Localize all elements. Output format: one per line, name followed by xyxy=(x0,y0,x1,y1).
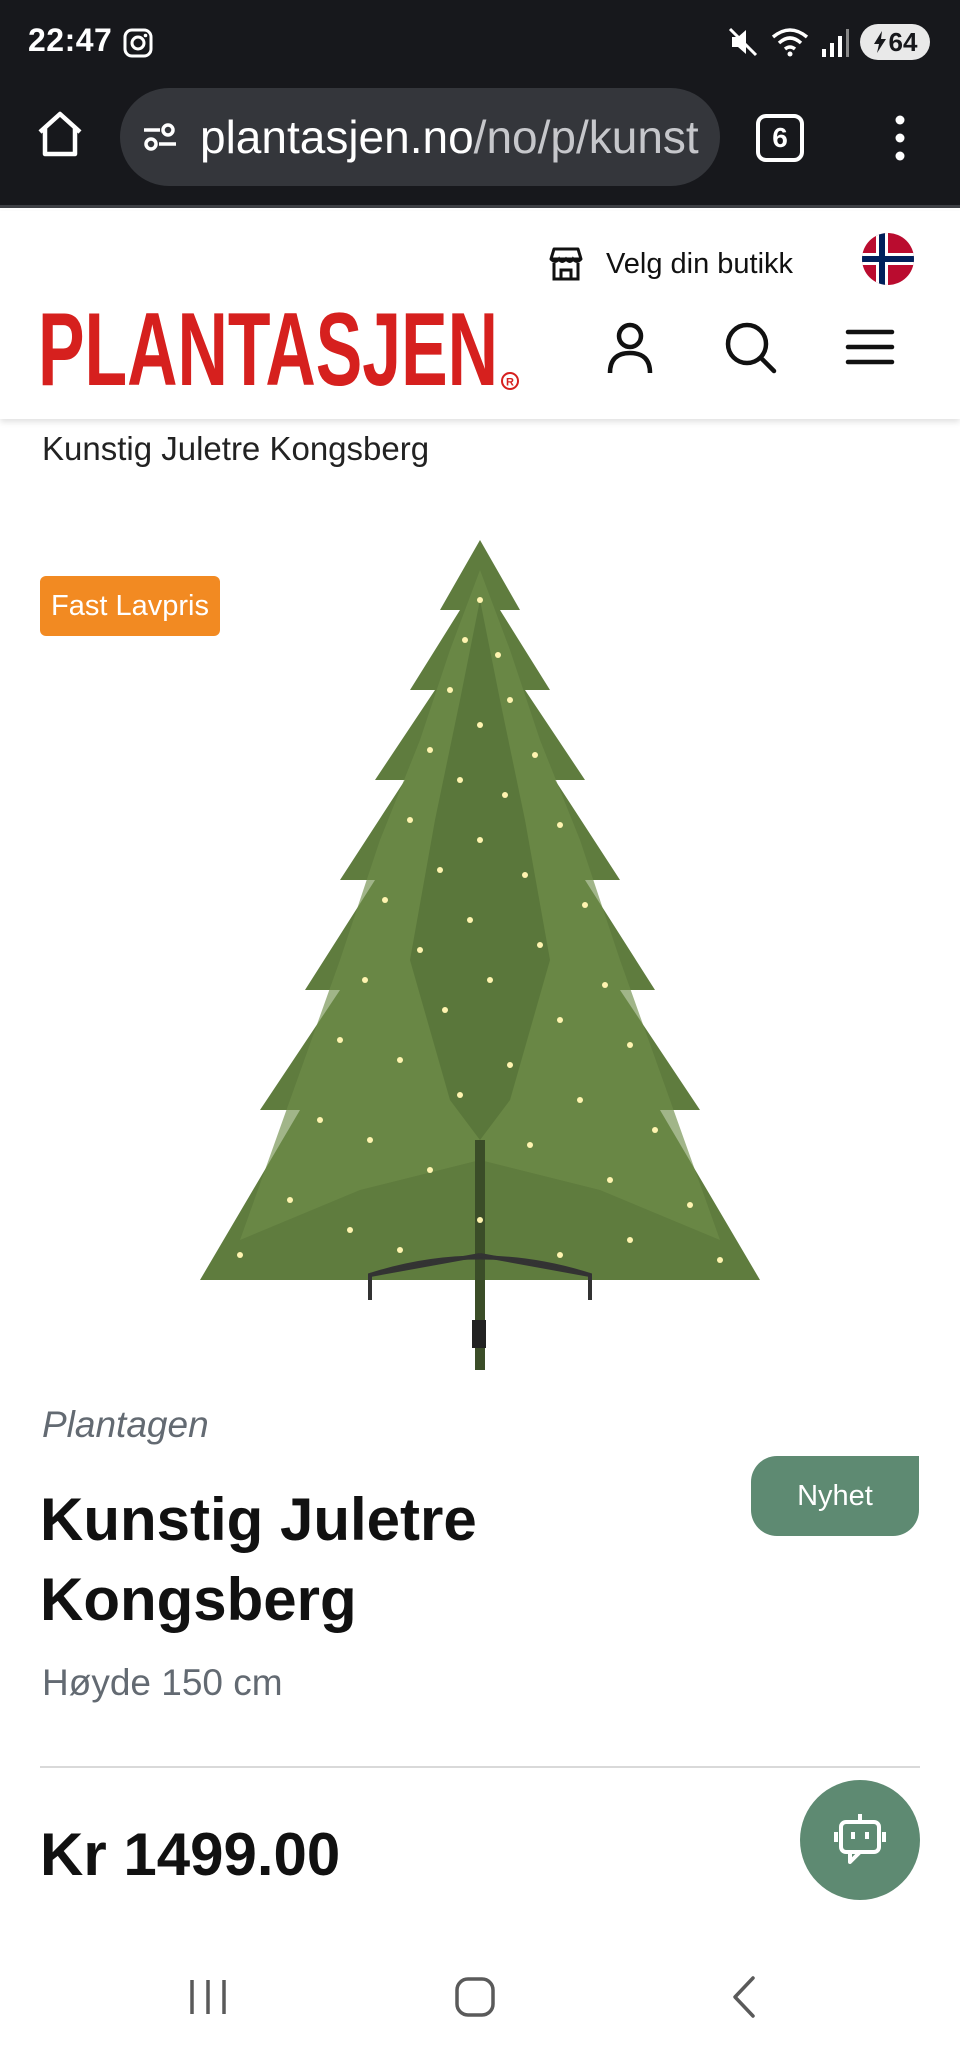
svg-text:PLANTASJEN: PLANTASJEN xyxy=(38,301,498,397)
norway-flag-icon[interactable] xyxy=(862,233,914,285)
battery-indicator: 64 xyxy=(860,24,930,60)
recent-apps-icon[interactable] xyxy=(183,1972,233,2022)
product-brand[interactable]: Plantagen xyxy=(42,1404,209,1446)
svg-text:R: R xyxy=(506,377,514,389)
site-settings-icon[interactable] xyxy=(140,117,180,157)
battery-charging-icon xyxy=(873,31,886,53)
url-path: /no/p/kunstig-juletre-kongsberg xyxy=(473,111,700,163)
store-picker-button[interactable]: Velg din butikk xyxy=(546,241,793,287)
url-host: plantasjen.no xyxy=(200,111,474,163)
tab-switcher-button[interactable]: 6 xyxy=(756,114,804,162)
plantasjen-logo[interactable]: PLANTASJEN R xyxy=(38,301,520,397)
divider xyxy=(40,1766,920,1768)
home-icon[interactable] xyxy=(34,108,86,160)
home-nav-icon[interactable] xyxy=(450,1972,500,2022)
product-height: Høyde 150 cm xyxy=(42,1662,283,1703)
chatbot-button[interactable] xyxy=(800,1780,920,1900)
back-icon[interactable] xyxy=(720,1972,770,2022)
status-time: 22:47 xyxy=(28,22,113,58)
product-price: Kr 1499.00 xyxy=(40,1821,341,1888)
status-bar: 22:47 64 xyxy=(0,0,960,84)
tab-count: 6 xyxy=(772,122,788,153)
site-header: Velg din butikk PLANTASJEN R xyxy=(0,211,960,419)
breadcrumb[interactable]: Kunstig Juletre Kongsberg xyxy=(42,430,429,468)
mute-icon xyxy=(728,27,758,57)
url-text[interactable]: plantasjen.no/no/p/kunstig-juletre-kongs… xyxy=(200,110,700,164)
instagram-icon xyxy=(123,28,153,58)
chatbot-icon xyxy=(834,1814,886,1864)
store-picker-label: Velg din butikk xyxy=(606,247,794,280)
store-icon xyxy=(549,247,583,281)
product-image[interactable] xyxy=(180,540,780,1370)
browser-toolbar: plantasjen.no/no/p/kunstig-juletre-kongs… xyxy=(0,84,960,208)
android-nav-bar xyxy=(0,1936,960,2059)
more-options-icon[interactable] xyxy=(880,112,920,164)
battery-level: 64 xyxy=(888,26,918,57)
search-icon[interactable] xyxy=(722,319,778,375)
signal-icon xyxy=(822,29,849,57)
product-title: Kunstig Juletre Kongsberg xyxy=(40,1486,477,1633)
nyhet-badge: Nyhet xyxy=(751,1456,919,1536)
account-icon[interactable] xyxy=(602,319,658,375)
status-icons: 64 xyxy=(726,22,930,62)
menu-icon[interactable] xyxy=(842,319,898,375)
fast-lavpris-badge: Fast Lavpris xyxy=(40,576,220,636)
address-bar[interactable]: plantasjen.no/no/p/kunstig-juletre-kongs… xyxy=(120,88,720,186)
wifi-icon xyxy=(771,28,809,57)
